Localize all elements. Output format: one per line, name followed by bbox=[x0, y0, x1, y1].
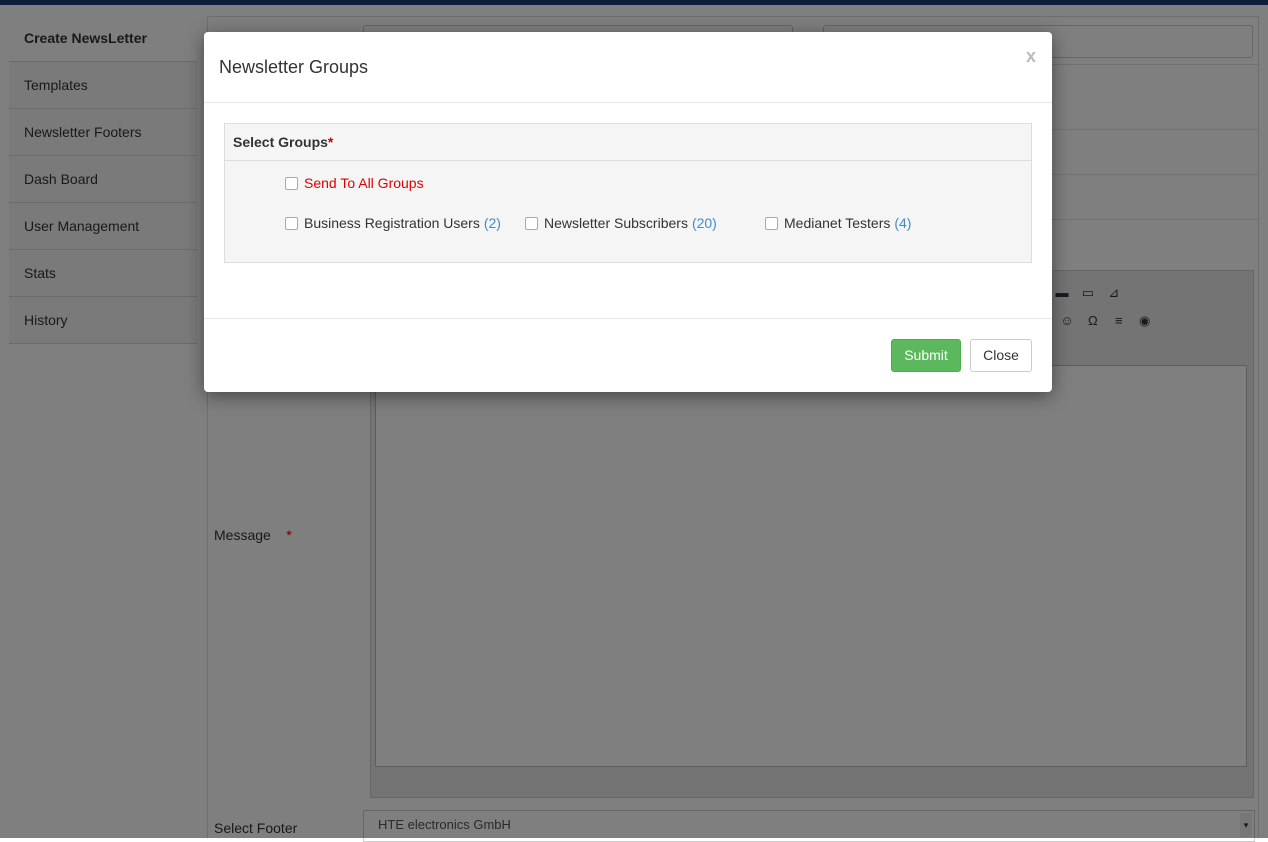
group-row: Business Registration Users (2) bbox=[285, 215, 501, 231]
newsletter-groups-modal: Newsletter Groups x Select Groups* Send … bbox=[204, 32, 1052, 392]
group-row: Medianet Testers (4) bbox=[765, 215, 911, 231]
group-count: (2) bbox=[483, 215, 501, 231]
close-icon[interactable]: x bbox=[1026, 46, 1036, 67]
select-groups-panel: Select Groups* Send To All Groups Busine… bbox=[224, 123, 1032, 263]
submit-button[interactable]: Submit bbox=[891, 339, 961, 372]
send-to-all-row: Send To All Groups bbox=[285, 175, 424, 191]
modal-header: Newsletter Groups x bbox=[204, 32, 1052, 103]
send-to-all-label[interactable]: Send To All Groups bbox=[304, 175, 424, 191]
group-count: (20) bbox=[691, 215, 717, 231]
group-label[interactable]: Business Registration Users bbox=[304, 215, 480, 231]
group-label[interactable]: Medianet Testers bbox=[784, 215, 890, 231]
group-count: (4) bbox=[894, 215, 912, 231]
group-checkbox[interactable] bbox=[285, 216, 298, 230]
close-button[interactable]: Close bbox=[970, 339, 1032, 372]
group-checkbox[interactable] bbox=[765, 216, 778, 230]
modal-title: Newsletter Groups bbox=[219, 57, 369, 77]
group-row: Newsletter Subscribers (20) bbox=[525, 215, 717, 231]
modal-footer: Submit Close bbox=[204, 318, 1052, 393]
panel-heading: Select Groups* bbox=[225, 124, 1031, 161]
group-label[interactable]: Newsletter Subscribers bbox=[544, 215, 688, 231]
send-to-all-checkbox[interactable] bbox=[285, 176, 298, 190]
group-checkbox[interactable] bbox=[525, 216, 538, 230]
